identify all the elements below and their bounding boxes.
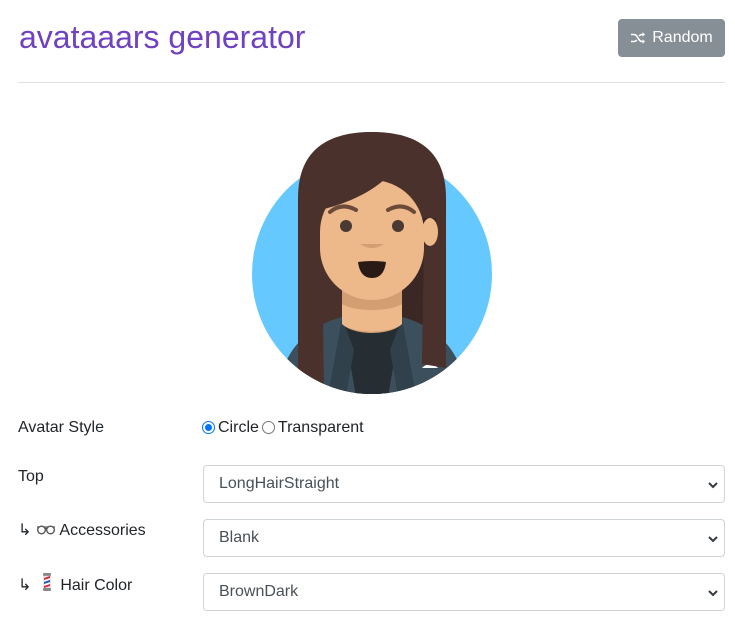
shuffle-icon	[630, 31, 646, 45]
avatar-style-row: Avatar Style Circle Transparent	[18, 416, 725, 440]
avatar-style-options: Circle Transparent	[202, 416, 367, 440]
hair-color-label: Hair Color	[60, 577, 133, 595]
avatar-style-label: Avatar Style	[18, 419, 104, 436]
chevron-down-icon	[708, 536, 718, 543]
accessories-select-value: Blank	[219, 529, 260, 546]
accessories-row: ↳ Accessories Blank	[18, 519, 725, 557]
avatar-preview	[250, 128, 494, 396]
top-select[interactable]: LongHairStraight	[203, 465, 725, 503]
top-select-value: LongHairStraight	[219, 475, 340, 492]
top-row: Top LongHairStraight	[18, 465, 725, 503]
hair-color-row: ↳ Hair Color BrownDark	[18, 573, 725, 611]
accessories-select[interactable]: Blank	[203, 519, 725, 557]
radio-transparent[interactable]	[261, 420, 275, 434]
chevron-down-icon	[708, 590, 718, 597]
glasses-icon	[36, 519, 56, 543]
hair-color-select[interactable]: BrownDark	[203, 573, 725, 611]
indent-arrow: ↳	[18, 522, 32, 540]
top-label: Top	[18, 468, 44, 485]
radio-transparent-label[interactable]: Transparent	[278, 416, 364, 440]
barber-pole-icon	[42, 573, 52, 599]
page: avataaars generator Random Avatar Style …	[0, 0, 735, 622]
chevron-down-icon	[708, 482, 718, 489]
indent-arrow: ↳	[18, 577, 32, 595]
radio-circle-label[interactable]: Circle	[218, 416, 259, 440]
random-button[interactable]: Random	[618, 19, 725, 57]
header: avataaars generator Random	[18, 0, 725, 83]
hair-color-select-value: BrownDark	[219, 583, 299, 600]
accessories-label-group: ↳ Accessories	[18, 519, 146, 543]
radio-circle[interactable]	[202, 420, 215, 434]
page-title: avataaars generator	[19, 19, 306, 55]
random-button-label: Random	[652, 29, 713, 46]
hair-color-label-group: ↳ Hair Color	[18, 573, 132, 599]
accessories-label: Accessories	[59, 522, 146, 540]
